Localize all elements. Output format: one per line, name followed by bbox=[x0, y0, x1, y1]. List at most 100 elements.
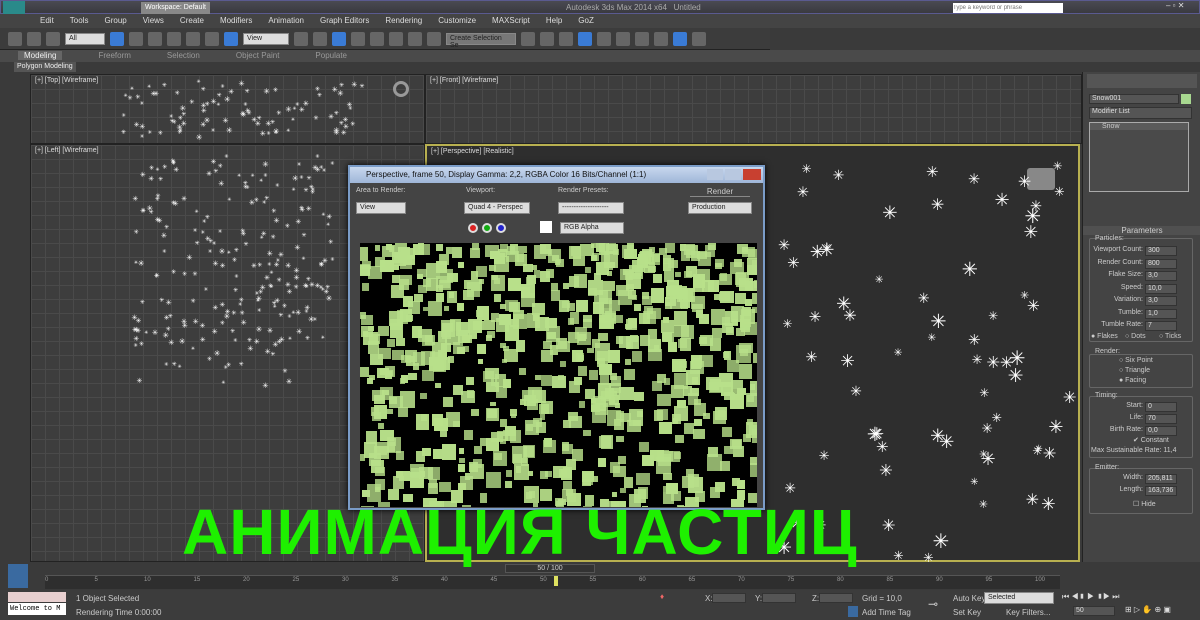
tumble-rate-spinner[interactable]: 7 bbox=[1145, 321, 1177, 331]
viewport-label[interactable]: [+] [Left] [Wireframe] bbox=[35, 147, 99, 154]
key-mode-select[interactable]: Selected bbox=[984, 592, 1054, 604]
viewport-count-spinner[interactable]: 300 bbox=[1145, 246, 1177, 256]
curve-editor-icon[interactable] bbox=[597, 31, 611, 46]
z-field[interactable] bbox=[819, 593, 853, 603]
spinner-snap-icon[interactable] bbox=[408, 31, 422, 46]
emitter-width-spinner[interactable]: 205,811 bbox=[1145, 474, 1177, 484]
flake-size-spinner[interactable]: 3,0 bbox=[1145, 271, 1177, 281]
current-frame-field[interactable]: 50 bbox=[1073, 606, 1115, 616]
render-frame-icon[interactable] bbox=[673, 31, 687, 46]
ribbon-tab-freeform[interactable]: Freeform bbox=[98, 51, 130, 60]
search-input[interactable] bbox=[953, 3, 1063, 13]
rect-select-icon[interactable] bbox=[148, 31, 162, 46]
variation-spinner[interactable]: 3,0 bbox=[1145, 296, 1177, 306]
app-logo-icon[interactable] bbox=[3, 1, 25, 14]
key-icon[interactable]: ⊸ bbox=[928, 597, 938, 611]
mirror-icon[interactable] bbox=[521, 31, 535, 46]
time-marker[interactable] bbox=[554, 576, 558, 586]
isolate-icon[interactable]: ♦ bbox=[660, 592, 664, 601]
viewport-front[interactable]: [+] [Front] [Wireframe] bbox=[425, 74, 1082, 144]
render-production-icon[interactable] bbox=[692, 31, 706, 46]
selection-filter[interactable]: All bbox=[65, 32, 105, 45]
menu-animation[interactable]: Animation bbox=[268, 16, 304, 25]
radio-facing[interactable]: ● Facing bbox=[1119, 377, 1146, 384]
set-key-button[interactable]: Set Key bbox=[953, 608, 981, 617]
modifier-stack[interactable]: Snow bbox=[1089, 122, 1189, 192]
rotate-icon[interactable] bbox=[205, 31, 219, 46]
preset-select[interactable]: -------------------- bbox=[558, 202, 624, 214]
viewport-select[interactable]: Quad 4 - Perspec bbox=[464, 202, 530, 214]
blue-channel-button[interactable] bbox=[496, 223, 506, 233]
align-icon[interactable] bbox=[540, 31, 554, 46]
render-mode-select[interactable]: Production bbox=[688, 202, 752, 214]
maximize-button[interactable] bbox=[725, 169, 741, 180]
speed-spinner[interactable]: 10,0 bbox=[1145, 283, 1177, 294]
edit-named-sel-icon[interactable] bbox=[427, 31, 441, 46]
stack-item-snow[interactable]: Snow bbox=[1090, 123, 1188, 130]
x-field[interactable] bbox=[712, 593, 746, 603]
viewport-layout-icon[interactable] bbox=[8, 564, 28, 588]
constant-checkbox[interactable]: ✔ Constant bbox=[1133, 436, 1169, 444]
start-spinner[interactable]: 0 bbox=[1145, 402, 1177, 412]
bind-icon[interactable] bbox=[46, 31, 60, 46]
render-button[interactable]: Render bbox=[690, 187, 750, 197]
radio-triangle[interactable]: ○ Triangle bbox=[1119, 367, 1150, 374]
radio-ticks[interactable]: ○ Ticks bbox=[1159, 333, 1181, 340]
menu-modifiers[interactable]: Modifiers bbox=[220, 16, 252, 25]
viewport-label[interactable]: [+] [Top] [Wireframe] bbox=[35, 77, 98, 84]
radio-six-point[interactable]: ○ Six Point bbox=[1119, 357, 1153, 364]
viewport-top[interactable]: [+] [Top] [Wireframe] ✳ ✳ ✳ ✳ ✳ ✳ ✳ ✳ ✳ ✳ ✳ ✳ ✳ ✳ ✳ ✳ ✳ ✳ ✳… bbox=[30, 74, 425, 144]
minimize-button[interactable] bbox=[707, 169, 723, 180]
snap-icon[interactable] bbox=[351, 31, 365, 46]
modifier-list-select[interactable]: Modifier List bbox=[1089, 107, 1192, 119]
viewcube-icon[interactable] bbox=[393, 81, 409, 97]
track-bar[interactable]: 0 5 10 15 20 25 30 35 40 45 50 55 60 65 70 75 80 85 90 95 10… bbox=[45, 575, 1060, 589]
menu-rendering[interactable]: Rendering bbox=[385, 16, 422, 25]
menu-maxscript[interactable]: MAXScript bbox=[492, 16, 530, 25]
angle-snap-icon[interactable] bbox=[370, 31, 384, 46]
manipulate-icon[interactable] bbox=[313, 31, 327, 46]
ribbon-tab-modeling[interactable]: Modeling bbox=[18, 51, 63, 60]
auto-key-button[interactable]: Auto Key bbox=[953, 594, 985, 603]
object-color-swatch[interactable] bbox=[1181, 94, 1191, 104]
window-controls[interactable]: – ▫ ✕ bbox=[1166, 1, 1184, 10]
ribbon-tab-object-paint[interactable]: Object Paint bbox=[236, 51, 280, 60]
hide-checkbox[interactable]: ☐ Hide bbox=[1133, 500, 1156, 508]
pivot-icon[interactable] bbox=[294, 31, 308, 46]
polygon-modeling-tab[interactable]: Polygon Modeling bbox=[14, 62, 76, 72]
unlink-icon[interactable] bbox=[27, 31, 41, 46]
red-channel-button[interactable] bbox=[468, 223, 478, 233]
workspace-select[interactable]: Workspace: Default bbox=[141, 2, 210, 14]
viewport-label[interactable]: [+] [Perspective] [Realistic] bbox=[431, 148, 514, 155]
menu-edit[interactable]: Edit bbox=[40, 16, 54, 25]
close-button[interactable] bbox=[743, 169, 761, 180]
ribbon-tab-selection[interactable]: Selection bbox=[167, 51, 200, 60]
render-setup-icon[interactable] bbox=[654, 31, 668, 46]
emitter-length-spinner[interactable]: 163,736 bbox=[1145, 486, 1177, 496]
key-filters-button[interactable]: Key Filters... bbox=[1006, 608, 1050, 617]
color-swatch[interactable] bbox=[540, 221, 552, 233]
scale-icon[interactable] bbox=[224, 31, 238, 46]
radio-flakes[interactable]: ● Flakes bbox=[1091, 333, 1118, 340]
menu-group[interactable]: Group bbox=[104, 16, 126, 25]
schematic-icon[interactable] bbox=[616, 31, 630, 46]
menu-views[interactable]: Views bbox=[143, 16, 164, 25]
menu-tools[interactable]: Tools bbox=[70, 16, 89, 25]
radio-dots[interactable]: ○ Dots bbox=[1125, 333, 1146, 340]
select-icon[interactable] bbox=[110, 31, 124, 46]
playback-controls[interactable]: ⏮ ◀▮ ▶ ▮▶ ⏭ bbox=[1062, 592, 1120, 602]
render-count-spinner[interactable]: 800 bbox=[1145, 258, 1177, 269]
viewport-nav-icons[interactable]: ⊞ ▷ ✋ ⊕ ▣ bbox=[1125, 605, 1171, 614]
menu-create[interactable]: Create bbox=[180, 16, 204, 25]
add-time-tag[interactable]: Add Time Tag bbox=[862, 608, 911, 617]
menu-goz[interactable]: GoZ bbox=[578, 16, 594, 25]
tumble-spinner[interactable]: 1,0 bbox=[1145, 308, 1177, 319]
menu-graph-editors[interactable]: Graph Editors bbox=[320, 16, 369, 25]
percent-snap-icon[interactable] bbox=[389, 31, 403, 46]
keyboard-shortcut-icon[interactable] bbox=[332, 31, 346, 46]
y-field[interactable] bbox=[762, 593, 796, 603]
maxscript-mini[interactable] bbox=[8, 592, 66, 602]
object-name-field[interactable]: Snow001 bbox=[1089, 94, 1179, 104]
life-spinner[interactable]: 70 bbox=[1145, 414, 1177, 424]
channel-select[interactable]: RGB Alpha bbox=[560, 222, 624, 234]
